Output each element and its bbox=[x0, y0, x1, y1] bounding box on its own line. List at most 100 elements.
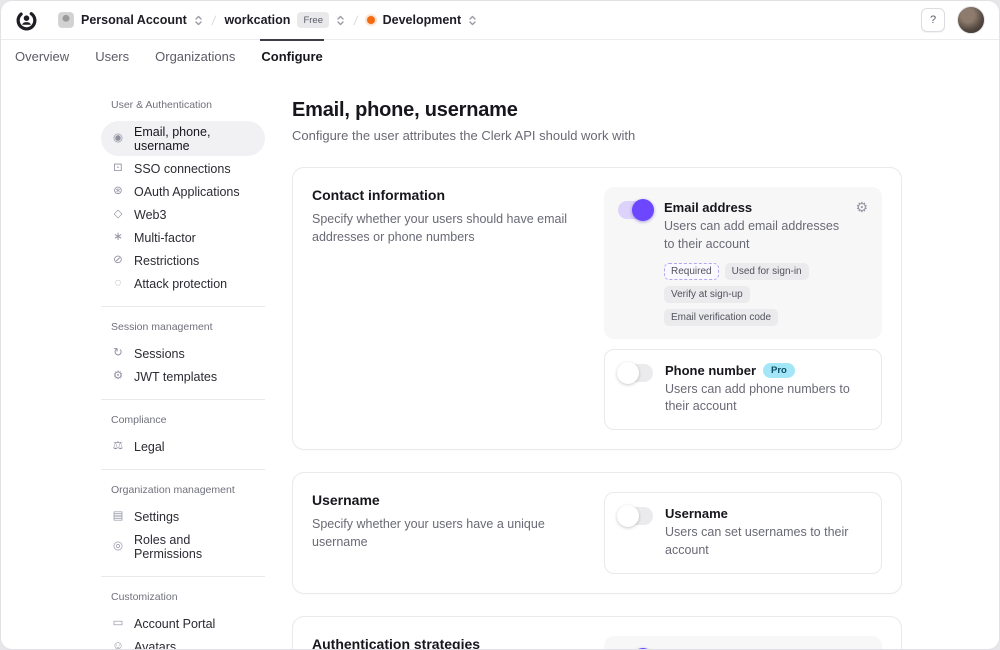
password-panel: Password Users can sign in with a passwo… bbox=[604, 636, 882, 650]
email-badges: Required Used for sign-in Verify at sign… bbox=[664, 263, 843, 326]
environment-dot-icon bbox=[367, 16, 375, 24]
email-address-description: Users can add email addresses to their a… bbox=[664, 218, 843, 254]
fingerprint-icon: ◉ bbox=[111, 133, 125, 145]
app-window: Personal Account / workcation Free / bbox=[0, 0, 1000, 650]
sidebar-divider bbox=[101, 399, 265, 400]
sidebar-item-label: Restrictions bbox=[134, 254, 199, 268]
card-title: Contact information bbox=[312, 187, 580, 203]
sidebar-item-label: Attack protection bbox=[134, 277, 227, 291]
sidebar-item-sessions[interactable]: ↻ Sessions bbox=[101, 343, 265, 364]
sidebar-section-title: Session management bbox=[111, 321, 265, 333]
sidebar-section-title: Organization management bbox=[111, 484, 265, 496]
used-for-sign-in-badge: Used for sign-in bbox=[725, 263, 809, 280]
sidebar-item-label: Email, phone, username bbox=[134, 125, 255, 153]
sidebar-item-oauth-applications[interactable]: ⊛ OAuth Applications bbox=[101, 181, 265, 202]
sidebar-item-label: Account Portal bbox=[134, 617, 215, 631]
sidebar-item-web3[interactable]: ◇ Web3 bbox=[101, 204, 265, 225]
sidebar-section-title: User & Authentication bbox=[111, 99, 265, 111]
sessions-icon: ↻ bbox=[111, 348, 125, 360]
account-switcher-chevron-icon[interactable] bbox=[194, 14, 203, 27]
oauth-icon: ⊛ bbox=[111, 186, 125, 198]
email-address-label: Email address bbox=[664, 200, 752, 215]
sidebar-item-email-phone-username[interactable]: ◉ Email, phone, username bbox=[101, 121, 265, 156]
sidebar-item-settings[interactable]: ▤ Settings bbox=[101, 506, 265, 527]
attack-protection-icon: ◌ bbox=[111, 278, 125, 290]
sidebar-item-label: Sessions bbox=[134, 347, 185, 361]
sidebar-item-attack-protection[interactable]: ◌ Attack protection bbox=[101, 273, 265, 294]
sidebar-item-sso-connections[interactable]: ⊡ SSO connections bbox=[101, 158, 265, 179]
verify-at-sign-up-badge: Verify at sign-up bbox=[664, 286, 750, 303]
sidebar-item-account-portal[interactable]: ▭ Account Portal bbox=[101, 613, 265, 634]
sidebar-item-label: Settings bbox=[134, 510, 179, 524]
help-button[interactable]: ? bbox=[921, 8, 945, 32]
account-portal-icon: ▭ bbox=[111, 618, 125, 630]
sidebar-item-label: SSO connections bbox=[134, 162, 231, 176]
sidebar-item-label: JWT templates bbox=[134, 370, 217, 384]
breadcrumb-workspace[interactable]: workcation Free bbox=[224, 12, 345, 28]
breadcrumb-separator: / bbox=[211, 13, 217, 28]
roles-icon: ◎ bbox=[111, 541, 125, 553]
page-title: Email, phone, username bbox=[292, 99, 902, 122]
sidebar-item-legal[interactable]: ⚖ Legal bbox=[101, 436, 265, 457]
card-description: Specify whether your users should have e… bbox=[312, 210, 580, 246]
user-avatar[interactable] bbox=[957, 6, 985, 34]
environment-name: Development bbox=[383, 13, 462, 27]
tab-overview[interactable]: Overview bbox=[6, 40, 78, 73]
tab-users[interactable]: Users bbox=[86, 40, 138, 73]
username-panel: Username Users can set usernames to thei… bbox=[604, 492, 882, 574]
clerk-logo-icon[interactable] bbox=[15, 9, 38, 32]
sidebar-divider bbox=[101, 469, 265, 470]
sso-icon: ⊡ bbox=[111, 163, 125, 175]
sidebar-item-restrictions[interactable]: ⊘ Restrictions bbox=[101, 250, 265, 271]
email-address-panel: Email address Users can add email addres… bbox=[604, 187, 882, 339]
card-description: Specify whether your users have a unique… bbox=[312, 515, 580, 551]
sidebar-item-roles-and-permissions[interactable]: ◎ Roles and Permissions bbox=[101, 529, 265, 564]
sidebar-section-title: Compliance bbox=[111, 414, 265, 426]
sidebar-item-label: OAuth Applications bbox=[134, 185, 240, 199]
card-title: Username bbox=[312, 492, 580, 508]
legal-icon: ⚖ bbox=[111, 441, 125, 453]
web3-icon: ◇ bbox=[111, 209, 125, 221]
card-title: Authentication strategies bbox=[312, 636, 580, 650]
account-name: Personal Account bbox=[81, 13, 187, 27]
email-settings-gear-icon[interactable]: ⚙ bbox=[855, 200, 868, 214]
primary-tabs: Overview Users Organizations Configure bbox=[1, 40, 999, 73]
breadcrumb-account[interactable]: Personal Account bbox=[58, 12, 203, 28]
plan-badge: Free bbox=[297, 12, 329, 28]
email-address-toggle[interactable] bbox=[618, 201, 652, 219]
sidebar-divider bbox=[101, 306, 265, 307]
jwt-icon: ⚙ bbox=[111, 371, 125, 383]
page-subtitle: Configure the user attributes the Clerk … bbox=[292, 128, 902, 143]
sidebar-item-jwt-templates[interactable]: ⚙ JWT templates bbox=[101, 366, 265, 387]
authentication-strategies-card: Authentication strategies Select the aut… bbox=[292, 616, 902, 650]
pro-badge: Pro bbox=[763, 363, 795, 378]
username-toggle[interactable] bbox=[619, 507, 653, 525]
org-settings-icon: ▤ bbox=[111, 511, 125, 523]
phone-number-description: Users can add phone numbers to their acc… bbox=[665, 381, 867, 417]
breadcrumb-separator: / bbox=[353, 13, 359, 28]
restrictions-icon: ⊘ bbox=[111, 255, 125, 267]
sidebar-item-label: Legal bbox=[134, 440, 165, 454]
sidebar-section-title: Customization bbox=[111, 591, 265, 603]
phone-number-panel: Phone number Pro Users can add phone num… bbox=[604, 349, 882, 431]
workspace-switcher-chevron-icon[interactable] bbox=[336, 14, 345, 27]
sidebar-divider bbox=[101, 576, 265, 577]
environment-switcher-chevron-icon[interactable] bbox=[468, 14, 477, 27]
avatars-icon: ☺ bbox=[111, 641, 125, 650]
breadcrumb-environment[interactable]: Development bbox=[367, 13, 478, 27]
settings-sidebar: User & Authentication ◉ Email, phone, us… bbox=[101, 99, 265, 650]
sidebar-item-label: Avatars bbox=[134, 640, 176, 650]
phone-number-toggle[interactable] bbox=[619, 364, 653, 382]
breadcrumb: Personal Account / workcation Free / bbox=[58, 12, 477, 28]
tab-organizations[interactable]: Organizations bbox=[146, 40, 244, 73]
email-verification-code-badge: Email verification code bbox=[664, 309, 778, 326]
workspace-name: workcation bbox=[224, 13, 290, 27]
tab-configure[interactable]: Configure bbox=[252, 40, 331, 73]
username-label: Username bbox=[665, 506, 728, 521]
phone-number-label: Phone number bbox=[665, 363, 756, 378]
top-bar: Personal Account / workcation Free / bbox=[1, 1, 999, 40]
username-card: Username Specify whether your users have… bbox=[292, 472, 902, 594]
sidebar-item-label: Roles and Permissions bbox=[134, 533, 255, 561]
sidebar-item-avatars[interactable]: ☺ Avatars bbox=[101, 636, 265, 650]
sidebar-item-multi-factor[interactable]: ∗ Multi-factor bbox=[101, 227, 265, 248]
